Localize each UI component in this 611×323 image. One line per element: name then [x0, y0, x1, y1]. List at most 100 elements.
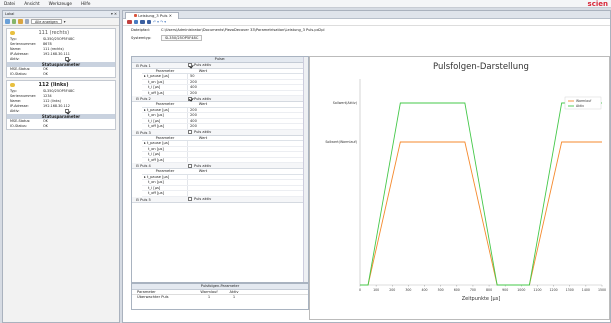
- device-toolbar: Alle anzeigen ▾: [3, 18, 119, 26]
- y-level-label: Sollwert(Warmlauf): [325, 140, 357, 144]
- x-tick-label: 1100: [533, 288, 541, 292]
- x-tick-label: 1500: [598, 288, 606, 292]
- col-warmlauf: Warmlauf: [200, 289, 218, 294]
- pulse-active[interactable]: Puls aktiv: [188, 197, 211, 202]
- param-value[interactable]: 200: [188, 80, 218, 85]
- undo-icon[interactable]: ↶ ▾ ↷ ▾: [153, 20, 166, 24]
- param-value[interactable]: [188, 191, 218, 196]
- param-name: t_i [µs]: [142, 185, 188, 190]
- pin-icon[interactable]: ▾ ✕: [111, 12, 117, 16]
- pulse-label: ⊟ Puls 1: [136, 63, 151, 68]
- param-value[interactable]: 200: [188, 124, 218, 129]
- y-level-label: Sollwert(Aktiv): [333, 101, 357, 105]
- param-value[interactable]: 200: [188, 91, 218, 96]
- prop-label: Aktiv:: [10, 57, 20, 61]
- document-area: Leistung_3 Puls ✕ ↶ ▾ ↷ ▾ Dateipfad: C:\…: [122, 10, 611, 323]
- param-name: t_i [µs]: [142, 152, 188, 157]
- param-value[interactable]: 400: [188, 85, 218, 90]
- param-name: Überwachter Puls: [137, 295, 169, 299]
- warmlauf-value[interactable]: 1: [194, 295, 224, 301]
- pulse-label: ⊟ Puls 4: [136, 164, 151, 168]
- x-tick-label: 300: [405, 288, 411, 292]
- chevron-down-icon[interactable]: ▾: [64, 20, 66, 24]
- pulse-active[interactable]: Puls aktiv: [188, 163, 211, 168]
- param-value[interactable]: 200: [188, 113, 218, 118]
- device-card[interactable]: 112 (links) Typ: SL350/25OP5F48C Seriennumm…: [6, 80, 116, 130]
- scan-icon[interactable]: [11, 19, 16, 24]
- param-name: t_off [µs]: [142, 90, 188, 95]
- pulse-active[interactable]: Puls aktiv: [188, 130, 211, 135]
- device-card[interactable]: 111 (rechts) Typ: SL350/25OP5F48C Seriennum…: [6, 28, 116, 78]
- menu-datei[interactable]: Datei: [4, 1, 15, 6]
- param-value[interactable]: [188, 158, 218, 163]
- pulse-active-checkbox[interactable]: [188, 63, 192, 67]
- param-name: t_off [µs]: [142, 157, 188, 162]
- tab-icon: [134, 14, 137, 17]
- menu-werkzeuge[interactable]: Werkzeuge: [49, 1, 72, 6]
- open-icon[interactable]: [133, 19, 138, 25]
- pulse-active-checkbox[interactable]: [188, 130, 192, 134]
- systemtype-dropdown[interactable]: SL350/25OP5F48C: [161, 35, 203, 41]
- pulse-active[interactable]: Puls aktiv: [188, 63, 211, 68]
- device-card-title: 111 (rechts): [7, 29, 115, 37]
- chart-title: Pulsfolgen-Darstellung: [433, 62, 529, 72]
- filter-dropdown[interactable]: Alle anzeigen: [31, 18, 62, 25]
- aktiv-value[interactable]: 1: [224, 295, 244, 301]
- systemtype-row: Systemtyp: SL350/25OP5F48C: [123, 34, 610, 42]
- pulse-active-checkbox[interactable]: [188, 96, 192, 101]
- save-as-icon[interactable]: [146, 19, 151, 25]
- pulse-active-checkbox[interactable]: [188, 163, 192, 168]
- col-wert: Wert: [198, 135, 208, 140]
- param-value[interactable]: 400: [188, 119, 218, 124]
- col-parameter: Parameter: [155, 135, 175, 140]
- add-device-icon[interactable]: [5, 19, 10, 24]
- aktiv-checkbox[interactable]: [65, 109, 69, 113]
- table-row[interactable]: Überwachter Puls 1 1: [132, 295, 308, 301]
- pulse-chart: Pulsfolgen-Darstellung Sollwert(Aktiv) Sol…: [309, 56, 610, 320]
- brand-logo: scien: [587, 0, 608, 8]
- param-value[interactable]: [188, 186, 218, 191]
- param-value[interactable]: [188, 175, 218, 180]
- legend-label: Warmlauf: [576, 99, 592, 103]
- param-name: t_on [µs]: [142, 113, 188, 118]
- x-tick-label: 1400: [582, 288, 590, 292]
- series-line-aktiv: [360, 102, 602, 286]
- new-icon[interactable]: [127, 19, 132, 25]
- grid-icon[interactable]: [24, 19, 29, 24]
- param-value[interactable]: [188, 180, 218, 185]
- param-value[interactable]: 50: [188, 74, 218, 79]
- pulse-grid: Pulse: ⊟ Puls 1 Puls aktiv Parameter Wert ▸ …: [131, 56, 309, 283]
- filepath-label: Dateipfad:: [131, 28, 150, 32]
- param-value[interactable]: [188, 152, 218, 157]
- param-value[interactable]: [188, 141, 218, 146]
- param-value[interactable]: [188, 147, 218, 152]
- menu-hilfe[interactable]: Hilfe: [81, 1, 91, 6]
- col-parameter: Parameter: [155, 68, 175, 73]
- save-icon[interactable]: [140, 19, 145, 25]
- col-wert: Wert: [198, 68, 208, 73]
- x-tick-label: 200: [389, 288, 395, 292]
- param-value[interactable]: 200: [188, 108, 218, 113]
- pulse-active[interactable]: Puls aktiv: [188, 96, 211, 101]
- device-card-title: 112 (links): [7, 81, 115, 89]
- status-value: OK: [43, 124, 48, 128]
- pulse-header[interactable]: ⊟ Puls 5 Puls aktiv: [132, 196, 308, 203]
- param-name: t_i [µs]: [142, 118, 188, 123]
- col-wert: Wert: [198, 169, 208, 173]
- menu-ansicht[interactable]: Ansicht: [24, 1, 39, 6]
- param-name: t_off [µs]: [142, 191, 188, 196]
- col-aktiv: Aktiv: [229, 289, 239, 294]
- pulse-grid-scrollbar[interactable]: [303, 57, 308, 282]
- x-tick-label: 100: [373, 288, 379, 292]
- param-name: t_off [µs]: [142, 124, 188, 129]
- filepath-row: Dateipfad: C:\Users\Administrator\Docume…: [123, 26, 610, 34]
- pulse-active-label: Puls aktiv: [194, 197, 212, 201]
- aktiv-checkbox[interactable]: [65, 57, 69, 61]
- param-name: ▸ t_pause [µs]: [142, 141, 188, 146]
- tab-leistung[interactable]: Leistung_3 Puls ✕: [125, 12, 179, 19]
- pulse-active-label: Puls aktiv: [194, 63, 212, 67]
- x-axis-label: Zeitpunkte [µs]: [462, 296, 501, 302]
- pulse-active-checkbox[interactable]: [188, 197, 192, 201]
- folder-icon[interactable]: [18, 19, 23, 24]
- status-label: IO-Status:: [10, 72, 27, 76]
